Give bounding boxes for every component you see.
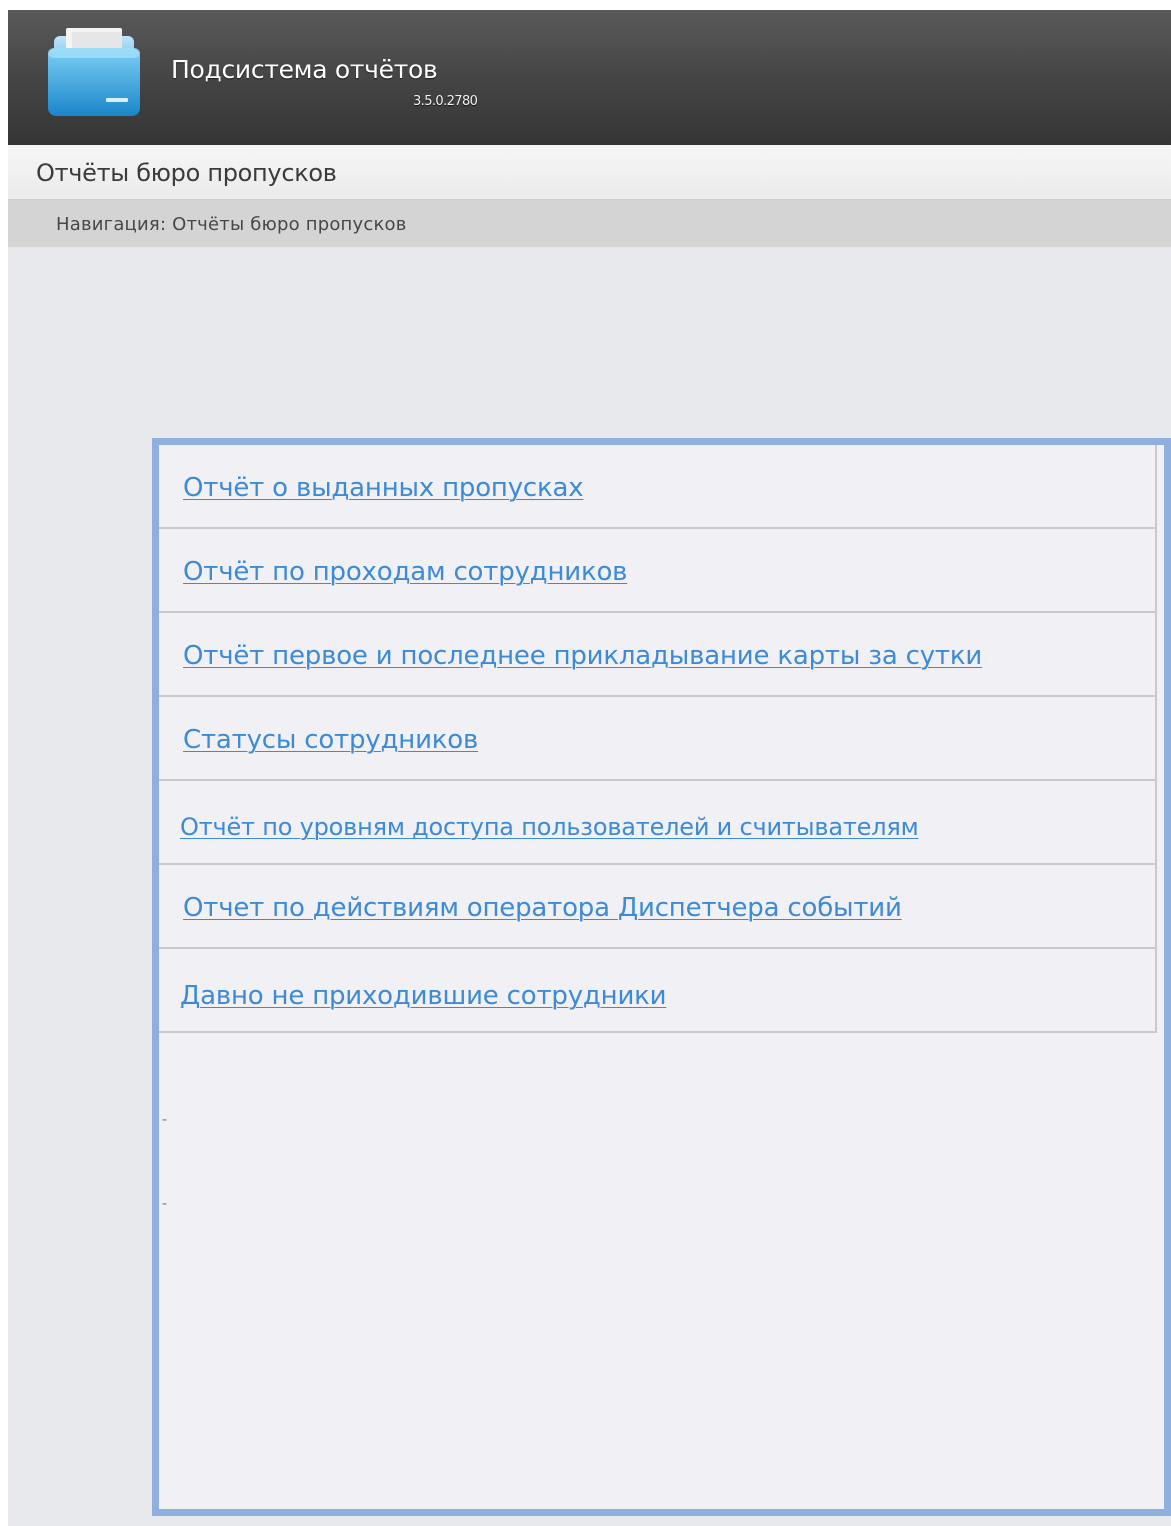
report-link-employee-statuses[interactable]: Статусы сотрудников	[183, 725, 478, 755]
list-item: Отчёт по проходам сотрудников	[159, 529, 1157, 613]
stray-dash: -	[162, 1196, 168, 1212]
report-link-first-last-card[interactable]: Отчёт первое и последнее прикладывание к…	[183, 641, 982, 671]
list-item: Отчёт первое и последнее прикладывание к…	[159, 613, 1157, 697]
app-version: 3.5.0.2780	[413, 94, 478, 109]
report-link-access-levels[interactable]: Отчёт по уровням доступа пользователей и…	[180, 813, 919, 841]
folder-icon	[46, 26, 142, 118]
list-item: Статусы сотрудников	[159, 697, 1157, 781]
report-link-operator-actions[interactable]: Отчет по действиям оператора Диспетчера …	[183, 893, 902, 923]
list-item: Отчёт по уровням доступа пользователей и…	[159, 781, 1157, 865]
report-list: Отчёт о выданных пропусках Отчёт по прох…	[159, 445, 1157, 1033]
page-title: Отчёты бюро пропусков	[36, 159, 337, 187]
list-item: Отчет по действиям оператора Диспетчера …	[159, 865, 1157, 949]
list-item: Давно не приходившие сотрудники	[159, 949, 1157, 1033]
list-item: Отчёт о выданных пропусках	[159, 445, 1157, 529]
report-link-absent-employees[interactable]: Давно не приходившие сотрудники	[180, 981, 667, 1011]
breadcrumb: Навигация: Отчёты бюро пропусков	[56, 214, 407, 235]
app-header: Подсистема отчётов 3.5.0.2780	[8, 10, 1171, 145]
section-bar: Отчёты бюро пропусков	[8, 145, 1171, 200]
report-link-issued-passes[interactable]: Отчёт о выданных пропусках	[183, 473, 584, 503]
breadcrumb-bar: Навигация: Отчёты бюро пропусков	[8, 200, 1171, 247]
breadcrumb-label: Навигация:	[56, 214, 167, 235]
stray-dash: -	[162, 1112, 168, 1128]
report-list-panel: Отчёт о выданных пропусках Отчёт по прох…	[152, 438, 1171, 1516]
report-link-employee-passages[interactable]: Отчёт по проходам сотрудников	[183, 557, 627, 587]
app-window: Подсистема отчётов 3.5.0.2780 Отчёты бюр…	[8, 10, 1171, 1526]
app-title: Подсистема отчётов	[171, 55, 438, 84]
breadcrumb-current[interactable]: Отчёты бюро пропусков	[172, 214, 406, 235]
